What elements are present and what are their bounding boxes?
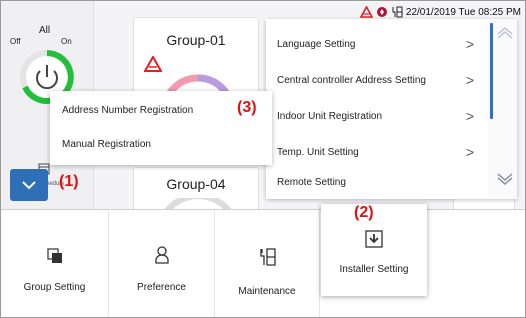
menu-item-language-setting[interactable]: Language Setting > xyxy=(266,26,488,62)
chevron-right-icon: > xyxy=(465,108,474,124)
preference-button[interactable]: Preference xyxy=(109,210,215,317)
all-label: All xyxy=(39,25,51,36)
installer-setting-menu: Language Setting > Central controller Ad… xyxy=(266,19,517,199)
scroll-up-icon[interactable] xyxy=(497,27,513,39)
installer-setting-label: Installer Setting xyxy=(339,264,409,275)
menu-scrollbar[interactable] xyxy=(488,19,517,199)
group-card-04[interactable]: Group-04 xyxy=(133,167,259,211)
status-bar: 22/01/2019 Tue 08:25 PM xyxy=(359,4,521,20)
installer-setting-icon xyxy=(365,230,383,248)
lock-icon xyxy=(376,7,387,17)
group-setting-label: Group Setting xyxy=(23,282,86,293)
callout-2: (2) xyxy=(354,204,374,221)
menu-item-central-controller-address-setting[interactable]: Central controller Address Setting > xyxy=(266,62,488,98)
scrollbar-thumb[interactable] xyxy=(490,23,493,119)
off-label: Off xyxy=(10,37,21,46)
maintenance-icon xyxy=(260,248,276,266)
controller-screen: All Off On Schedule Group-01 Group-04 22… xyxy=(0,0,526,318)
menu-item-manual-registration[interactable]: Manual Registration xyxy=(62,139,151,150)
installer-setting-button[interactable]: Installer Setting xyxy=(321,204,427,296)
group-name: Group-01 xyxy=(166,32,226,48)
menu-item-label: Central controller Address Setting xyxy=(277,74,426,86)
menu-item-indoor-unit-registration[interactable]: Indoor Unit Registration > xyxy=(266,98,488,134)
menu-collapse-button[interactable] xyxy=(10,169,48,201)
chevron-right-icon: > xyxy=(465,72,474,88)
menu-item-label: Temp. Unit Setting xyxy=(277,146,359,158)
menu-item-label: Language Setting xyxy=(277,38,356,50)
maintenance-status-icon xyxy=(392,6,403,18)
maintenance-label: Maintenance xyxy=(238,286,296,297)
menu-item-remote-setting[interactable]: Remote Setting xyxy=(266,164,488,200)
callout-3: (3) xyxy=(237,99,257,116)
menu-item-label: Indoor Unit Registration xyxy=(277,110,383,122)
bottom-menu-bar: Group Setting Preference Maintenance Ins… xyxy=(1,204,525,317)
alert-icon xyxy=(144,56,162,72)
menu-item-label: Remote Setting xyxy=(277,176,346,188)
scroll-down-icon[interactable] xyxy=(497,173,513,185)
alarm-icon[interactable] xyxy=(359,6,373,18)
menu-item-address-number-registration[interactable]: Address Number Registration xyxy=(62,105,193,116)
preference-icon xyxy=(155,246,169,264)
group-setting-button[interactable]: Group Setting xyxy=(1,210,109,317)
chevron-right-icon: > xyxy=(465,36,474,52)
preference-label: Preference xyxy=(137,282,186,293)
datetime-label: 22/01/2019 Tue 08:25 PM xyxy=(405,6,521,18)
maintenance-button[interactable]: Maintenance xyxy=(215,210,320,317)
callout-1: (1) xyxy=(59,173,79,190)
group-name: Group-04 xyxy=(166,176,226,192)
chevron-right-icon: > xyxy=(465,144,474,160)
group-setting-icon xyxy=(47,248,62,263)
on-label: On xyxy=(61,37,72,46)
chevron-down-icon xyxy=(22,181,36,190)
